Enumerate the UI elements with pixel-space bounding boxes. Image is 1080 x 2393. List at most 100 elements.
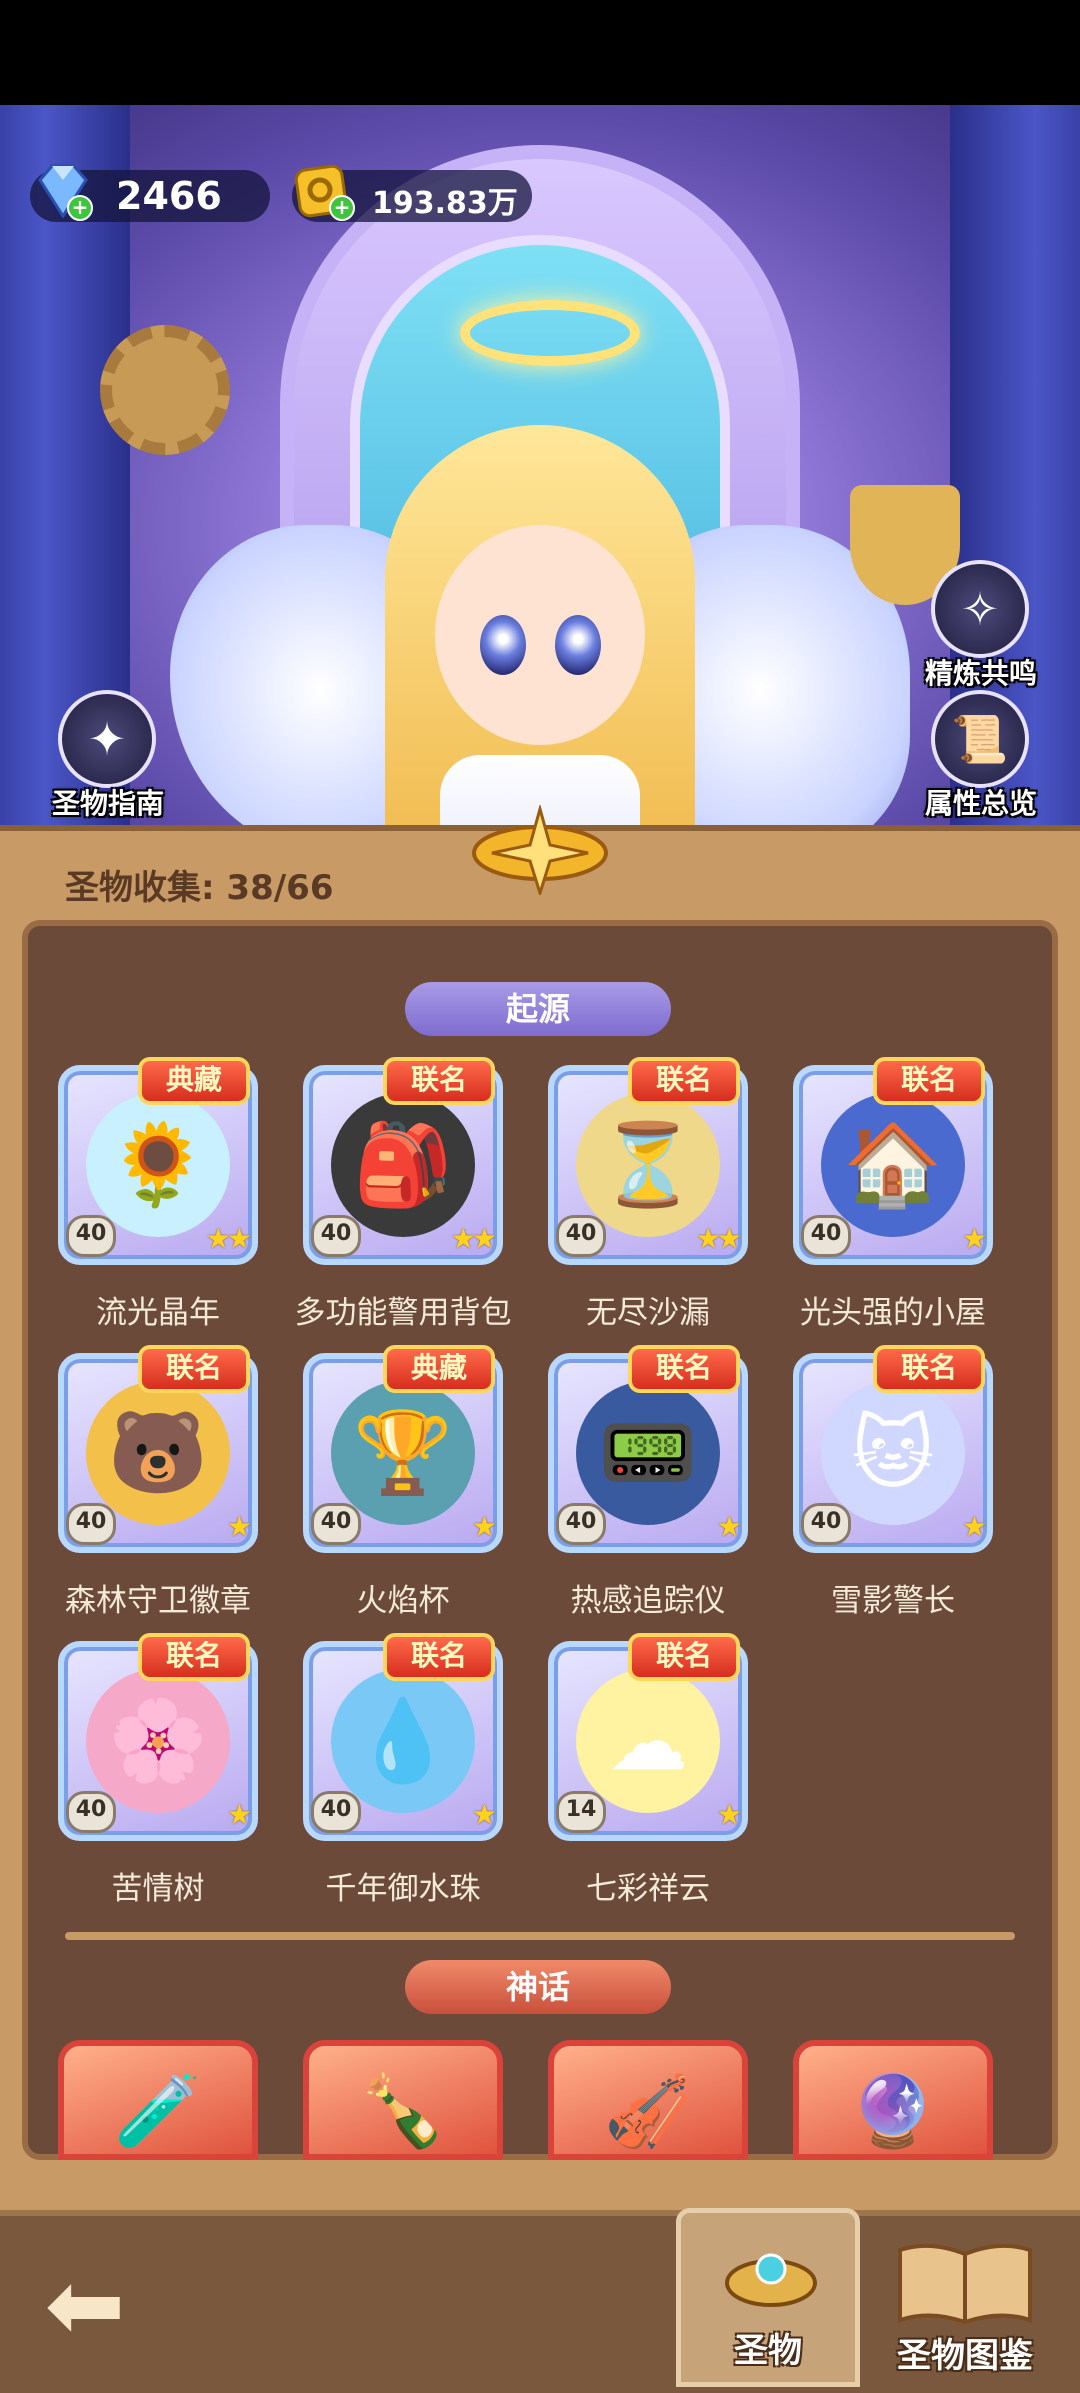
- level-badge: 40: [311, 1503, 361, 1545]
- star-burst-icon: ✧: [931, 560, 1029, 658]
- compass-icon: ✦: [58, 690, 156, 788]
- attributes-button[interactable]: 📜 属性总览: [925, 690, 1038, 822]
- relic-name: 雪影警长: [831, 1583, 955, 1619]
- guide-button[interactable]: ✦ 圣物指南: [52, 690, 165, 822]
- relic-card[interactable]: ☁ 联名 14 ★: [548, 1633, 748, 1841]
- myth-relic-icon: 🔮: [849, 2070, 937, 2152]
- relic-name: 苦情树: [111, 1871, 205, 1907]
- level-badge: 40: [66, 1215, 116, 1257]
- relic-art-icon: ⏳: [576, 1093, 720, 1237]
- level-badge: 40: [801, 1215, 851, 1257]
- resonance-label: 精炼共鸣: [925, 657, 1038, 690]
- collab-badge: 典藏: [138, 1057, 250, 1105]
- collab-badge: 联名: [138, 1633, 250, 1681]
- section-myth-header: 神话: [405, 1960, 671, 2014]
- relic-art-icon: 🎒: [331, 1093, 475, 1237]
- relic-name: 流光晶年: [96, 1295, 220, 1331]
- level-badge: 14: [556, 1791, 606, 1833]
- resonance-button[interactable]: ✧ 精炼共鸣: [925, 560, 1038, 692]
- myth-relic-icon: 🍾: [359, 2070, 447, 2152]
- star-rating: ★: [961, 1222, 987, 1255]
- diamond-icon: +: [30, 158, 96, 224]
- relic-card[interactable]: 🌻 典藏 40 ★★: [58, 1057, 258, 1265]
- collab-badge: 联名: [383, 1633, 495, 1681]
- relic-art-icon: 🐻: [86, 1381, 230, 1525]
- relic-card[interactable]: ⏳ 联名 40 ★★: [548, 1057, 748, 1265]
- coin-amount: 193.83万: [372, 186, 518, 221]
- relic-name: 火焰杯: [356, 1583, 450, 1619]
- collab-badge: 联名: [628, 1057, 740, 1105]
- collab-badge: 联名: [628, 1633, 740, 1681]
- relic-card[interactable]: 🐱 联名 40 ★: [793, 1345, 993, 1553]
- gear-decoration-icon: [100, 325, 230, 455]
- level-badge: 40: [66, 1791, 116, 1833]
- relic-card[interactable]: 🐻 联名 40 ★: [58, 1345, 258, 1553]
- coin-icon: +: [292, 158, 358, 224]
- star-rating: ★★: [450, 1222, 497, 1255]
- myth-relic-icon: 🧪: [114, 2070, 202, 2152]
- section-origin-header: 起源: [405, 982, 671, 1036]
- relic-card[interactable]: 🏠 联名 40 ★: [793, 1057, 993, 1265]
- section-divider: [65, 1932, 1015, 1940]
- relic-card[interactable]: 🎒 联名 40 ★★: [303, 1057, 503, 1265]
- tab-holy-label: 圣物: [734, 2331, 802, 2371]
- gem-counter[interactable]: + 2466: [30, 164, 270, 222]
- relic-card[interactable]: 📟 联名 40 ★: [548, 1345, 748, 1553]
- level-badge: 40: [66, 1503, 116, 1545]
- relic-art-icon: 🌸: [86, 1669, 230, 1813]
- level-badge: 40: [311, 1215, 361, 1257]
- relic-name: 七彩祥云: [586, 1871, 710, 1907]
- relic-card[interactable]: 🏆 典藏 40 ★: [303, 1345, 503, 1553]
- relic-art-icon: 💧: [331, 1669, 475, 1813]
- halo-icon: [460, 300, 640, 366]
- star-rating: ★: [961, 1510, 987, 1543]
- relic-art-icon: 🏠: [821, 1093, 965, 1237]
- ornament-star-icon: [470, 803, 610, 899]
- relic-card[interactable]: 🌸 联名 40 ★: [58, 1633, 258, 1841]
- collab-badge: 典藏: [383, 1345, 495, 1393]
- tab-holy[interactable]: 圣物: [676, 2208, 860, 2387]
- relic-name: 无尽沙漏: [586, 1295, 710, 1331]
- myth-relic-card[interactable]: 🔮: [793, 2040, 993, 2160]
- star-rating: ★: [226, 1510, 252, 1543]
- level-badge: 40: [556, 1215, 606, 1257]
- back-arrow-icon[interactable]: ⬅: [30, 2250, 140, 2360]
- angel-face: [435, 525, 645, 745]
- book-icon: [890, 2230, 1040, 2330]
- angel-right-eye: [555, 615, 601, 675]
- myth-relic-card[interactable]: 🧪: [58, 2040, 258, 2160]
- relic-name: 光头强的小屋: [800, 1295, 986, 1331]
- attributes-label: 属性总览: [925, 787, 1038, 820]
- myth-relic-icon: 🎻: [604, 2070, 692, 2152]
- star-rating: ★: [471, 1510, 497, 1543]
- star-rating: ★: [716, 1798, 742, 1831]
- relic-name: 多功能警用背包: [294, 1295, 512, 1331]
- star-rating: ★★: [695, 1222, 742, 1255]
- relic-card[interactable]: 💧 联名 40 ★: [303, 1633, 503, 1841]
- coin-counter[interactable]: + 193.83万: [292, 164, 532, 222]
- relic-name: 森林守卫徽章: [65, 1583, 251, 1619]
- gem-amount: 2466: [116, 174, 222, 218]
- collab-badge: 联名: [873, 1057, 985, 1105]
- level-badge: 40: [311, 1791, 361, 1833]
- collection-progress: 圣物收集: 38/66: [65, 868, 334, 908]
- star-rating: ★: [716, 1510, 742, 1543]
- scroll-icon: 📜: [931, 690, 1029, 788]
- myth-relic-card[interactable]: 🎻: [548, 2040, 748, 2160]
- guide-label: 圣物指南: [52, 787, 165, 820]
- relic-tab-icon: [721, 2233, 821, 2313]
- collab-badge: 联名: [873, 1345, 985, 1393]
- relic-art-icon: 📟: [576, 1381, 720, 1525]
- relic-art-icon: 🐱: [821, 1381, 965, 1525]
- myth-relic-card[interactable]: 🍾: [303, 2040, 503, 2160]
- relic-art-icon: 🌻: [86, 1093, 230, 1237]
- relic-art-icon: ☁: [576, 1669, 720, 1813]
- tab-codex[interactable]: 圣物图鉴: [870, 2210, 1060, 2387]
- relic-art-icon: 🏆: [331, 1381, 475, 1525]
- relic-name: 热感追踪仪: [570, 1583, 726, 1619]
- star-rating: ★★: [205, 1222, 252, 1255]
- level-badge: 40: [801, 1503, 851, 1545]
- status-bar-area: [0, 0, 1080, 105]
- star-rating: ★: [471, 1798, 497, 1831]
- star-rating: ★: [226, 1798, 252, 1831]
